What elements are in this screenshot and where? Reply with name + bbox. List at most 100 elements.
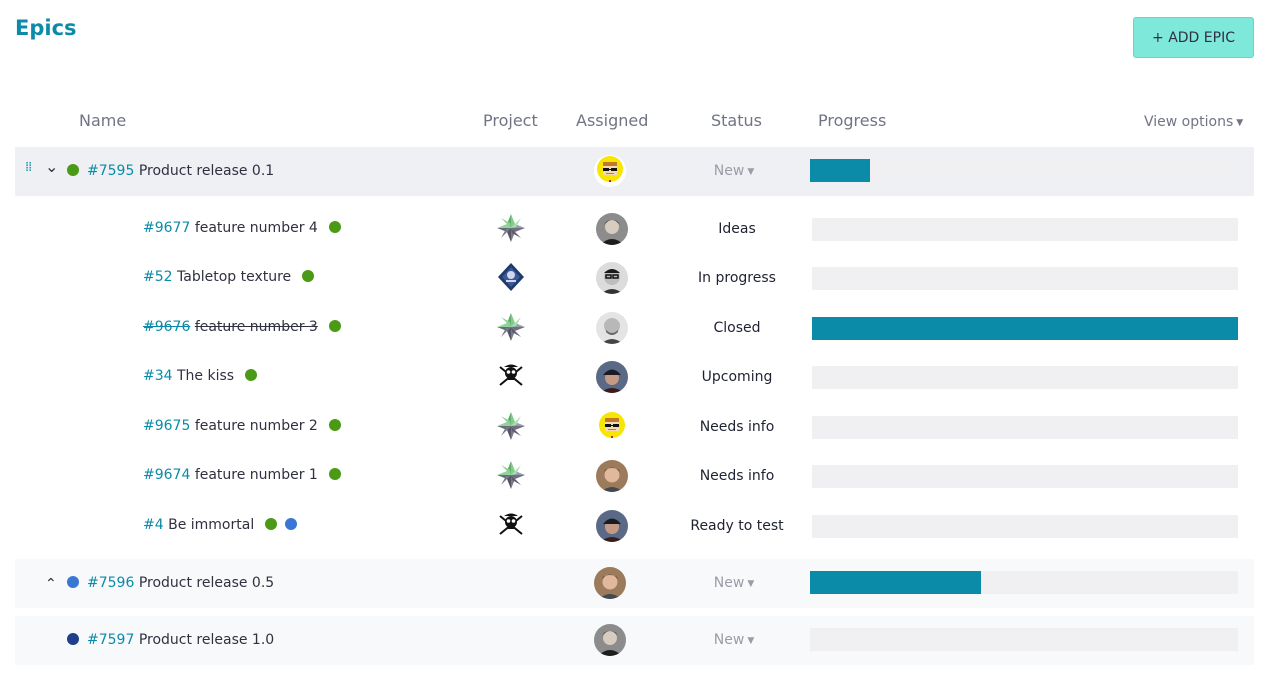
status-dropdown[interactable]: New ▼ — [674, 632, 794, 648]
epic-ref[interactable]: #7597 — [87, 632, 134, 648]
progress-fill — [812, 317, 1238, 340]
progress-bar — [812, 317, 1238, 340]
progress-bar — [810, 628, 1238, 651]
progress-bar — [812, 515, 1238, 538]
pirate-logo-icon — [496, 510, 526, 540]
tag-color-dot — [328, 221, 341, 233]
chevron-down-icon: ▼ — [747, 167, 755, 177]
story-row[interactable]: #9675 feature number 2 Needs info — [15, 403, 1254, 449]
epic-row[interactable]: #7597 Product release 1.0 New ▼ — [15, 616, 1254, 665]
story-subject[interactable]: feature number 4 — [195, 220, 318, 236]
story-ref[interactable]: #34 — [143, 368, 173, 384]
drag-handle-icon[interactable]: ⁞⁞ — [25, 161, 32, 174]
status-dropdown[interactable]: New ▼ — [674, 163, 794, 179]
tag-color-dot — [245, 369, 258, 381]
man-with-glasses-avatar — [596, 262, 628, 294]
story-row[interactable]: #34 The kiss Upcoming — [15, 353, 1254, 399]
dark-hair-man-avatar — [594, 624, 626, 656]
add-epic-button[interactable]: + ADD EPIC — [1133, 17, 1254, 58]
star-logo-icon — [496, 460, 526, 490]
story-row[interactable]: #52 Tabletop texture In progress — [15, 254, 1254, 300]
story-name[interactable]: #9674 feature number 1 — [143, 467, 341, 483]
story-name[interactable]: #4 Be immortal — [143, 517, 298, 533]
epic-row[interactable]: ⁞⁞ ⌄ #7595 Product release 0.1 New ▼ — [15, 147, 1254, 196]
epic-name[interactable]: #7595 Product release 0.1 — [67, 163, 274, 179]
pixel-avatar-glasses-avatar — [596, 411, 628, 443]
story-ref[interactable]: #9675 — [143, 418, 190, 434]
story-subject[interactable]: feature number 1 — [195, 467, 318, 483]
story-name[interactable]: #9675 feature number 2 — [143, 418, 341, 434]
tag-color-dot — [285, 518, 298, 530]
epic-subject[interactable]: Product release 0.5 — [139, 575, 274, 591]
story-subject[interactable]: feature number 2 — [195, 418, 318, 434]
story-ref[interactable]: #9677 — [143, 220, 190, 236]
pirate-logo-icon — [496, 361, 526, 391]
chevron-down-icon: ▼ — [747, 636, 755, 646]
epic-ref[interactable]: #7596 — [87, 575, 134, 591]
epic-name[interactable]: #7597 Product release 1.0 — [67, 632, 274, 648]
story-status: In progress — [698, 270, 776, 286]
progress-bar — [810, 159, 1238, 182]
story-row[interactable]: #9676 feature number 3 Closed — [15, 304, 1254, 350]
tag-color-dot — [328, 320, 341, 332]
column-header-assigned[interactable]: Assigned — [576, 111, 648, 130]
progress-bar — [812, 366, 1238, 389]
story-name[interactable]: #9677 feature number 4 — [143, 220, 341, 236]
column-header-name[interactable]: Name — [79, 111, 126, 130]
chevron-down-icon[interactable]: ⌄ — [45, 157, 58, 176]
column-header-project[interactable]: Project — [483, 111, 538, 130]
chevron-down-icon: ▼ — [747, 579, 755, 589]
view-options-label: View options — [1144, 114, 1234, 130]
status-label: New — [713, 163, 745, 179]
story-status: Ideas — [718, 221, 756, 237]
story-status: Closed — [713, 320, 761, 336]
man-in-cap-avatar — [596, 361, 628, 393]
epic-row[interactable]: ⌃ #7596 Product release 0.5 New ▼ — [15, 559, 1254, 608]
epic-color-dot — [67, 576, 79, 588]
column-header-progress[interactable]: Progress — [818, 111, 886, 130]
story-ref[interactable]: #9676 — [143, 319, 190, 335]
progress-bar — [812, 267, 1238, 290]
story-row[interactable]: #9674 feature number 1 Needs info — [15, 452, 1254, 498]
pixel-avatar-glasses-avatar — [594, 155, 626, 187]
bald-man-avatar — [596, 312, 628, 344]
chevron-up-icon[interactable]: ⌃ — [45, 576, 57, 592]
story-name[interactable]: #34 The kiss — [143, 368, 258, 384]
story-row[interactable]: #4 Be immortal Ready to test — [15, 502, 1254, 548]
young-man-avatar — [596, 460, 628, 492]
progress-bar — [812, 465, 1238, 488]
progress-fill — [810, 159, 870, 182]
epic-name[interactable]: #7596 Product release 0.5 — [67, 575, 274, 591]
column-header-status[interactable]: Status — [711, 111, 762, 130]
view-options-dropdown[interactable]: View options ▼ — [1144, 114, 1243, 130]
story-subject[interactable]: Tabletop texture — [177, 269, 291, 285]
story-ref[interactable]: #52 — [143, 269, 173, 285]
progress-fill — [810, 571, 982, 594]
story-status: Needs info — [699, 419, 775, 435]
story-status: Ready to test — [690, 518, 784, 534]
epic-ref[interactable]: #7595 — [87, 163, 134, 179]
status-dropdown[interactable]: New ▼ — [674, 575, 794, 591]
young-man-avatar — [594, 567, 626, 599]
story-subject[interactable]: Be immortal — [168, 517, 254, 533]
story-name[interactable]: #9676 feature number 3 — [143, 319, 341, 335]
story-ref[interactable]: #9674 — [143, 467, 190, 483]
epic-color-dot — [67, 633, 79, 645]
epic-subject[interactable]: Product release 0.1 — [139, 163, 274, 179]
story-ref[interactable]: #4 — [143, 517, 164, 533]
tag-color-dot — [265, 518, 278, 530]
story-row[interactable]: #9677 feature number 4 Ideas — [15, 205, 1254, 251]
progress-bar — [812, 416, 1238, 439]
story-subject[interactable]: feature number 3 — [195, 319, 318, 335]
progress-bar — [812, 218, 1238, 241]
epic-subject[interactable]: Product release 1.0 — [139, 632, 274, 648]
tag-color-dot — [328, 468, 341, 480]
page-title: Epics — [15, 16, 77, 40]
status-label: New — [713, 575, 745, 591]
story-subject[interactable]: The kiss — [177, 368, 234, 384]
chevron-down-icon: ▼ — [1236, 118, 1244, 128]
epic-color-dot — [67, 164, 79, 176]
tag-color-dot — [302, 270, 315, 282]
story-name[interactable]: #52 Tabletop texture — [143, 269, 315, 285]
star-logo-icon — [496, 312, 526, 342]
